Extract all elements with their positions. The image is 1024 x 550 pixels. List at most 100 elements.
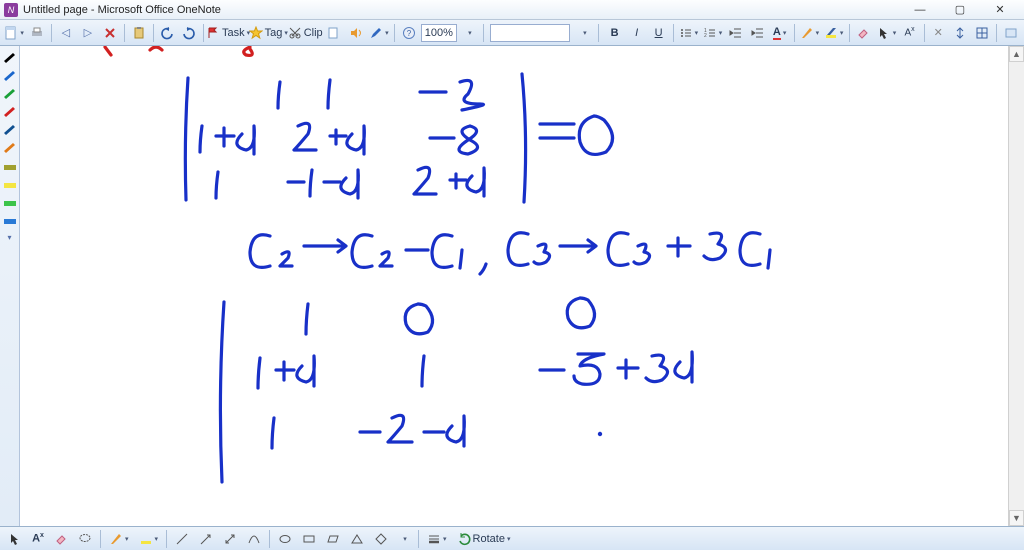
bullet-list-icon: [679, 26, 693, 40]
hl-green[interactable]: [2, 194, 18, 208]
indent-icon: [751, 26, 765, 40]
arrow-icon: [199, 532, 213, 546]
highlighter-button[interactable]: ▾: [823, 23, 845, 43]
line-tool-button[interactable]: [171, 529, 193, 549]
search-input[interactable]: [490, 24, 570, 42]
eraser2-icon: [54, 532, 68, 546]
table-button[interactable]: [972, 23, 992, 43]
curve-tool-button[interactable]: [243, 529, 265, 549]
redo-icon: [182, 26, 196, 40]
diamond-tool-button[interactable]: [370, 529, 392, 549]
rect-tool-button[interactable]: [298, 529, 320, 549]
pen3-icon: [109, 532, 123, 546]
ink-select-button[interactable]: ▾: [875, 23, 897, 43]
ellipse-tool-button[interactable]: [274, 529, 296, 549]
parallelogram-tool-button[interactable]: [322, 529, 344, 549]
double-arrow-tool-button[interactable]: [219, 529, 241, 549]
clip-button[interactable]: Clip: [289, 23, 322, 43]
bold-button[interactable]: B: [605, 23, 625, 43]
pen-black[interactable]: [2, 50, 18, 64]
vscroll-track[interactable]: [1009, 62, 1024, 510]
zoom-dropdown[interactable]: ▾: [459, 23, 479, 43]
note-canvas[interactable]: [20, 46, 1008, 526]
scroll-up-button[interactable]: ▲: [1009, 46, 1024, 62]
superscript-icon: Ax: [904, 26, 914, 38]
pen-tool-button[interactable]: ▾: [105, 529, 133, 549]
triangle-tool-button[interactable]: [346, 529, 368, 549]
hl-blue[interactable]: [2, 212, 18, 226]
redo-button[interactable]: [179, 23, 199, 43]
scroll-down-button[interactable]: ▼: [1009, 510, 1024, 526]
stop-icon: [103, 26, 117, 40]
hl-yellow[interactable]: [2, 176, 18, 190]
vertical-scrollbar[interactable]: ▲ ▼: [1008, 46, 1024, 526]
arrow-right-icon: ▷: [84, 26, 92, 39]
rotate-button[interactable]: Rotate▾: [453, 529, 515, 549]
number-list-icon: 12: [703, 26, 717, 40]
minimize-button[interactable]: —: [900, 1, 940, 19]
indent-button[interactable]: [748, 23, 768, 43]
maximize-button[interactable]: ▢: [940, 1, 980, 19]
font-color-icon: A: [773, 26, 781, 40]
eraser-icon: [856, 26, 870, 40]
pen-orange[interactable]: [2, 140, 18, 154]
zoom-input[interactable]: 100%: [421, 24, 457, 42]
select-tool-button[interactable]: [4, 529, 26, 549]
connector-icon: [247, 532, 261, 546]
delete-button[interactable]: ✕: [928, 23, 948, 43]
svg-text:2: 2: [704, 33, 707, 39]
italic-button[interactable]: I: [627, 23, 647, 43]
tag-button[interactable]: Tag▾: [250, 23, 286, 43]
nav-stop-button[interactable]: [100, 23, 120, 43]
more-shapes-button[interactable]: ▾: [394, 529, 414, 549]
thickness-button[interactable]: ▾: [423, 529, 451, 549]
x-icon: ✕: [934, 26, 943, 39]
undo-button[interactable]: [157, 23, 177, 43]
close-button[interactable]: ✕: [980, 1, 1020, 19]
eraser-tool-button[interactable]: [50, 529, 72, 549]
onenote-app-icon: N: [4, 3, 18, 17]
hl-olive[interactable]: [2, 158, 18, 172]
double-arrow-icon: [223, 532, 237, 546]
bullet-list-button[interactable]: ▾: [677, 23, 699, 43]
more-button[interactable]: [1001, 23, 1021, 43]
search-dropdown[interactable]: ▾: [574, 23, 594, 43]
pen-navy[interactable]: [2, 122, 18, 136]
highlighter-tool-button[interactable]: ▾: [135, 529, 163, 549]
parallelogram-icon: [326, 532, 340, 546]
expand-button[interactable]: [950, 23, 970, 43]
font-color-button[interactable]: A▾: [770, 23, 790, 43]
task-button[interactable]: Task▾: [208, 23, 248, 43]
audio-button[interactable]: [346, 23, 366, 43]
diamond-icon: [374, 532, 388, 546]
arrow-tool-button[interactable]: [195, 529, 217, 549]
pen-more[interactable]: ▾: [2, 230, 18, 244]
print-icon: [30, 26, 44, 40]
text-tool-button[interactable]: Ax: [28, 529, 48, 549]
rect-icon: [302, 532, 316, 546]
pen-blue[interactable]: [2, 68, 18, 82]
insert-space-button[interactable]: Ax: [900, 23, 920, 43]
underline-icon: U: [655, 27, 663, 39]
lasso-tool-button[interactable]: [74, 529, 96, 549]
help-icon: ?: [402, 26, 416, 40]
back-page-button[interactable]: ▾: [3, 23, 25, 43]
print-button[interactable]: [27, 23, 47, 43]
undo-icon: [160, 26, 174, 40]
pen-green[interactable]: [2, 86, 18, 100]
pen-red[interactable]: [2, 104, 18, 118]
help-button[interactable]: ?: [399, 23, 419, 43]
highlight-pen-button[interactable]: ▾: [798, 23, 820, 43]
nav-forward-button[interactable]: ▷: [78, 23, 98, 43]
eraser-button[interactable]: [853, 23, 873, 43]
outdent-button[interactable]: [726, 23, 746, 43]
highlighter2-icon: [139, 532, 153, 546]
number-list-button[interactable]: 12▾: [701, 23, 723, 43]
arrow-left-icon: ◁: [62, 26, 70, 39]
new-page-button[interactable]: [324, 23, 344, 43]
underline-button[interactable]: U: [649, 23, 669, 43]
bold-icon: B: [611, 27, 619, 39]
marker-button[interactable]: ▾: [368, 23, 390, 43]
nav-back-button[interactable]: ◁: [56, 23, 76, 43]
paste-button[interactable]: [129, 23, 149, 43]
